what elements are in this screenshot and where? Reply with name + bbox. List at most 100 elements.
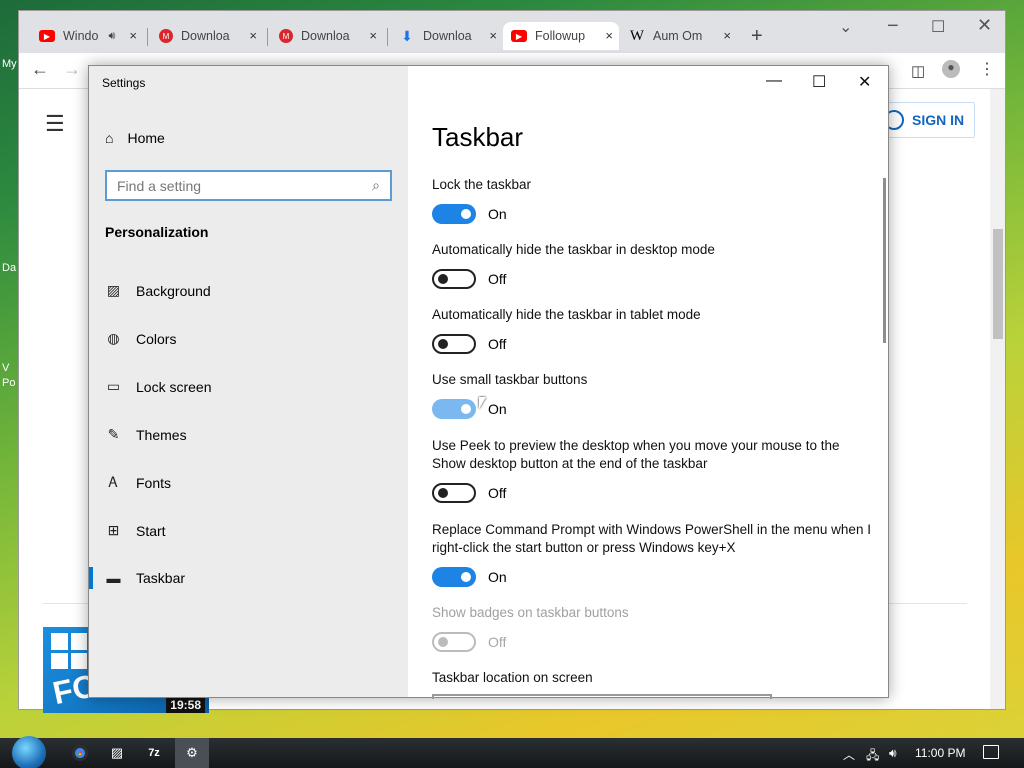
minimize-icon[interactable]: − xyxy=(887,15,899,38)
toggle-state: Off xyxy=(488,485,507,501)
nav-home[interactable]: ⌂ Home xyxy=(105,130,165,146)
close-tab-icon[interactable]: × xyxy=(723,28,731,43)
network-icon[interactable]: 🖧︎ xyxy=(866,746,879,767)
nav-label: Themes xyxy=(136,426,187,443)
toggle-state: Off xyxy=(488,271,507,287)
settings-window: Settings ⌂ Home Find a setting ⌕ Persona… xyxy=(88,65,889,699)
desktop-label: My xyxy=(2,58,17,70)
back-icon[interactable]: ← xyxy=(31,59,49,80)
section-heading: Personalization xyxy=(105,224,209,240)
toggle-switch[interactable] xyxy=(432,269,476,289)
new-tab-button[interactable]: + xyxy=(751,25,763,48)
autohide-desktop-toggle[interactable]: Off xyxy=(432,269,506,289)
photos-icon[interactable]: ▨ xyxy=(105,742,129,764)
tab-separator xyxy=(387,28,388,46)
close-tab-icon[interactable]: × xyxy=(489,28,497,43)
close-tab-icon[interactable]: × xyxy=(249,28,257,43)
7zip-icon[interactable]: 7z xyxy=(142,742,166,764)
start-button[interactable] xyxy=(12,736,46,768)
lock-screen-icon: ▭ xyxy=(106,378,121,394)
wikipedia-icon: W xyxy=(629,27,645,44)
toggle-switch[interactable] xyxy=(432,334,476,354)
toggle-state: Off xyxy=(488,336,507,352)
nav-item-fonts[interactable]: Ꭺ Fonts xyxy=(105,474,171,491)
maximize-icon[interactable]: ☐ xyxy=(931,17,945,37)
toggle-state: On xyxy=(488,401,507,417)
browser-tab[interactable]: ⬇ Downloa × xyxy=(391,22,503,50)
nav-item-themes[interactable]: ✎ Themes xyxy=(105,426,187,443)
browser-tab[interactable]: M Downloa × xyxy=(151,22,263,50)
tab-title: Followup xyxy=(535,29,586,43)
scroll-thumb[interactable] xyxy=(993,229,1003,339)
toggle-state: Off xyxy=(488,634,507,650)
profile-avatar[interactable]: ● xyxy=(942,60,960,78)
option-label: Use small taskbar buttons xyxy=(432,372,588,387)
palette-icon: ◍ xyxy=(107,330,120,346)
close-icon[interactable]: ✕ xyxy=(858,72,871,92)
nav-label: Fonts xyxy=(136,474,172,491)
youtube-icon: ▶ xyxy=(511,30,527,42)
browser-tab[interactable]: ▶ Windo 🔊︎ × xyxy=(31,22,143,50)
toggle-switch[interactable] xyxy=(432,483,476,503)
clock[interactable]: 11:00 PM xyxy=(915,746,965,760)
nav-label: Lock screen xyxy=(136,378,212,395)
nav-item-taskbar[interactable]: ▬ Taskbar xyxy=(105,570,186,586)
tab-title: Downloa xyxy=(423,29,472,43)
download-icon: ⬇ xyxy=(401,27,413,44)
fonts-icon: Ꭺ xyxy=(108,474,119,490)
browser-tab[interactable]: M Downloa × xyxy=(271,22,383,50)
nav-item-start[interactable]: ⊞ Start xyxy=(105,522,166,539)
close-tab-icon[interactable]: × xyxy=(369,28,377,43)
audio-icon[interactable]: 🔊︎ xyxy=(108,30,115,43)
close-icon[interactable]: ✕ xyxy=(977,15,992,36)
small-buttons-toggle[interactable]: On xyxy=(432,399,507,419)
mega-icon: M xyxy=(279,29,293,43)
toggle-switch[interactable] xyxy=(432,399,476,419)
lock-taskbar-toggle[interactable]: On xyxy=(432,204,507,224)
picture-icon: ▨ xyxy=(106,282,121,298)
chrome-icon[interactable] xyxy=(68,742,92,764)
desktop-icons: My Da V Po xyxy=(0,0,20,740)
option-label: Automatically hide the taskbar in tablet… xyxy=(432,307,701,322)
nav-item-colors[interactable]: ◍ Colors xyxy=(105,330,176,347)
toggle-switch[interactable] xyxy=(432,204,476,224)
search-placeholder: Find a setting xyxy=(117,177,202,194)
search-input[interactable]: Find a setting ⌕ xyxy=(105,170,392,201)
minimize-icon[interactable]: — xyxy=(766,72,782,90)
start-icon: ⊞ xyxy=(107,522,120,538)
nav-item-background[interactable]: ▨ Background xyxy=(105,282,211,299)
nav-label: Taskbar xyxy=(136,570,186,586)
peek-toggle[interactable]: Off xyxy=(432,483,506,503)
option-label: Automatically hide the taskbar in deskto… xyxy=(432,242,715,257)
nav-label: Colors xyxy=(136,330,177,347)
tab-separator xyxy=(147,28,148,46)
menu-icon[interactable]: ⋮ xyxy=(979,59,995,79)
browser-tab-active[interactable]: ▶ Followup × xyxy=(503,22,619,50)
close-tab-icon[interactable]: × xyxy=(129,28,137,43)
page-title: Taskbar xyxy=(432,122,524,152)
content-scrollbar[interactable] xyxy=(883,178,886,343)
sign-in-label: SIGN IN xyxy=(912,112,965,128)
video-duration: 19:58 xyxy=(166,697,205,713)
volume-icon[interactable]: 🔊︎ xyxy=(889,746,897,761)
settings-gear-icon[interactable]: ⚙ xyxy=(175,738,209,768)
active-indicator xyxy=(89,567,93,589)
page-scrollbar[interactable] xyxy=(990,89,1005,709)
browser-tab[interactable]: W Aum Om × xyxy=(621,22,737,50)
taskbar-location-dropdown[interactable] xyxy=(432,694,772,699)
maximize-icon[interactable]: ☐ xyxy=(812,72,826,92)
autohide-tablet-toggle[interactable]: Off xyxy=(432,334,506,354)
show-hidden-icons-icon[interactable]: ︿ xyxy=(843,746,855,763)
desktop-label: Da xyxy=(2,262,17,274)
nav-item-lock-screen[interactable]: ▭ Lock screen xyxy=(105,378,212,395)
tab-title: Aum Om xyxy=(653,29,703,43)
forward-icon[interactable]: → xyxy=(63,59,81,80)
powershell-toggle[interactable]: On xyxy=(432,567,507,587)
toggle-switch[interactable] xyxy=(432,567,476,587)
tab-strip: ▶ Windo 🔊︎ × M Downloa × M Downloa × ⬇ D… xyxy=(19,11,1005,53)
reading-list-icon[interactable]: ◫ xyxy=(911,62,925,80)
hamburger-icon[interactable]: ☰ xyxy=(45,111,65,137)
close-tab-icon[interactable]: × xyxy=(605,28,613,43)
tab-search-icon[interactable]: ⌄ xyxy=(839,17,852,37)
notification-icon[interactable] xyxy=(983,745,999,759)
